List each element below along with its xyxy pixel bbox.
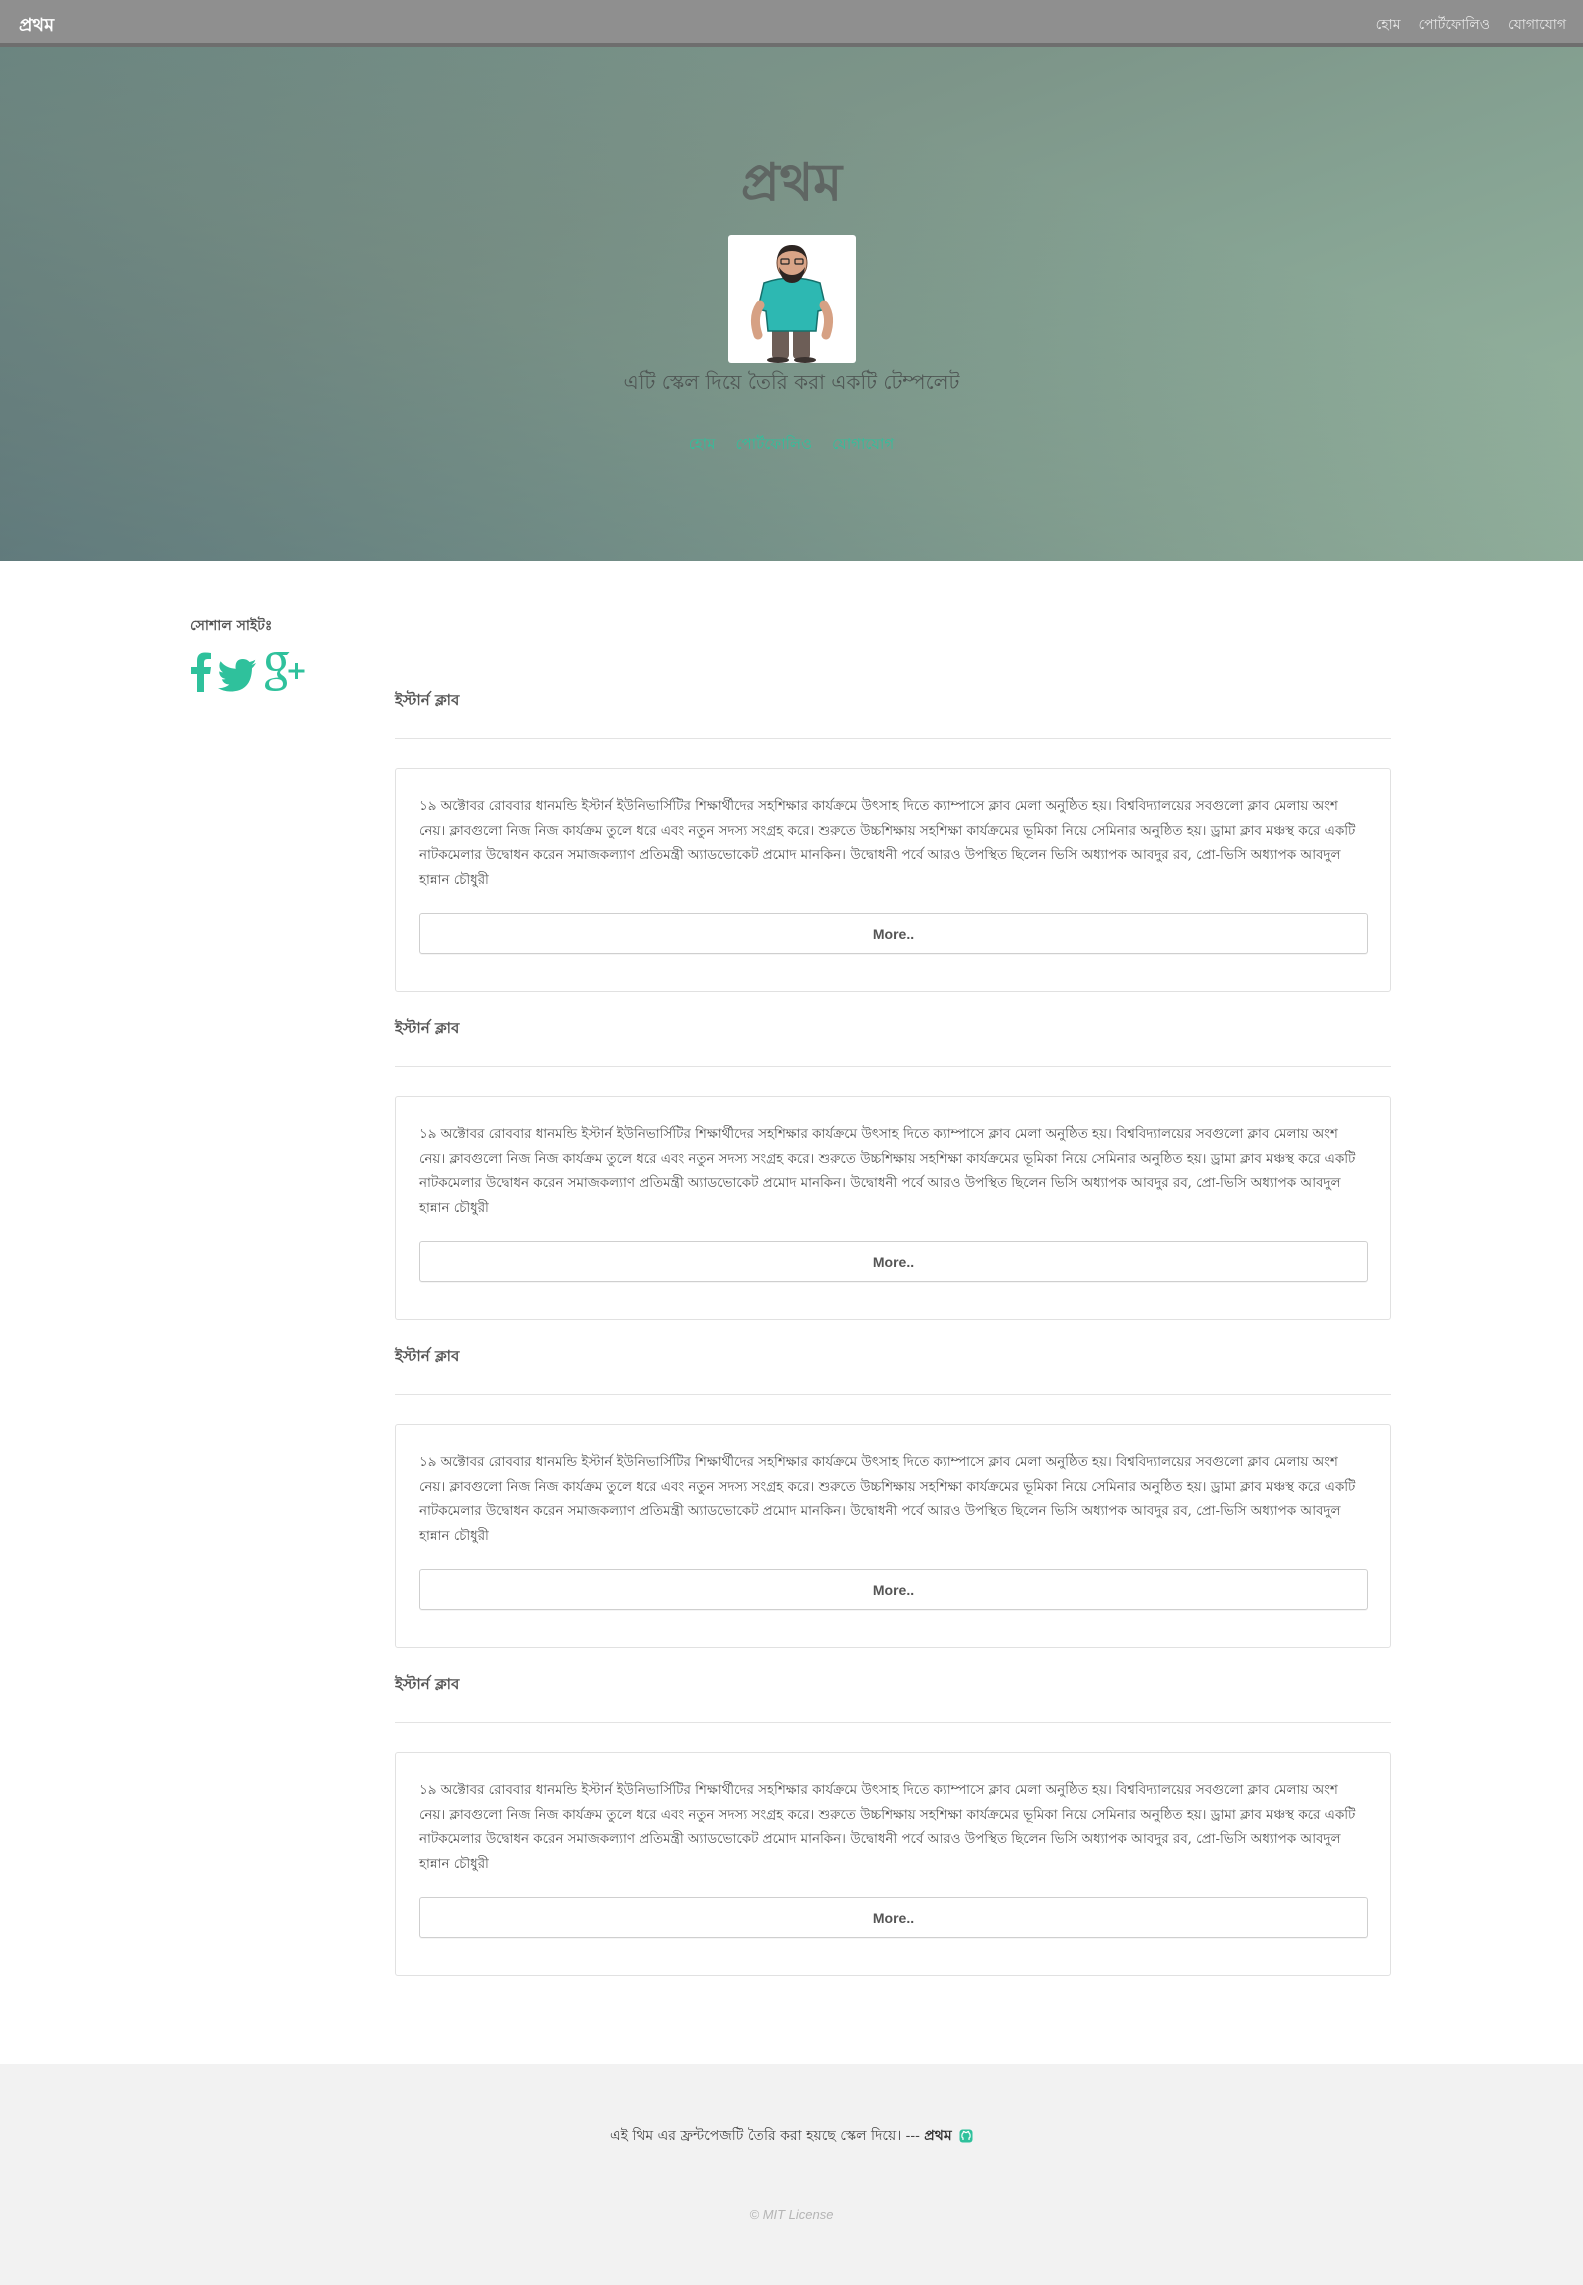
post-body-line: নাটকমেলার উদ্বোধন করেন সমাজকল্যাণ প্রতিম… xyxy=(419,1504,1341,1519)
post-body: ১৯ অক্টোবর রোববার ধানমন্ডি ইস্টার্ন ইউনি… xyxy=(419,1779,1367,1877)
footer-license: © MIT License xyxy=(749,2207,834,2222)
post-divider xyxy=(395,1722,1391,1723)
top-navbar: প্রথম হোম পোর্টফোলিও যোগাযোগ xyxy=(0,0,1583,47)
post-body-line: নাটকমেলার উদ্বোধন করেন সমাজকল্যাণ প্রতিম… xyxy=(419,1832,1341,1847)
post-body-line: নেয়। ক্লাবগুলো নিজ নিজ কার্যক্রম তুলে ধ… xyxy=(419,1151,1356,1167)
post-body: ১৯ অক্টোবর রোববার ধানমন্ডি ইস্টার্ন ইউনি… xyxy=(419,1451,1367,1549)
social-sites-label: সোশাল সাইটঃ xyxy=(190,618,273,634)
post-card: ১৯ অক্টোবর রোববার ধানমন্ডি ইস্টার্ন ইউনি… xyxy=(395,1424,1391,1648)
footer-brand-link[interactable]: প্রথম xyxy=(924,2128,951,2144)
post-body-line: ১৯ অক্টোবর রোববার ধানমন্ডি ইস্টার্ন ইউনি… xyxy=(419,799,1338,814)
post-body-line: নেয়। ক্লাবগুলো নিজ নিজ কার্যক্রম তুলে ধ… xyxy=(419,1807,1356,1823)
more-button[interactable]: More.. xyxy=(419,913,1368,954)
post-body-line: নাটকমেলার উদ্বোধন করেন সমাজকল্যাণ প্রতিম… xyxy=(419,1176,1341,1191)
post-title: ইস্টার্ন ক্লাব xyxy=(395,1675,460,1693)
post-body: ১৯ অক্টোবর রোববার ধানমন্ডি ইস্টার্ন ইউনি… xyxy=(419,795,1367,893)
post-body-line: নেয়। ক্লাবগুলো নিজ নিজ কার্যক্রম তুলে ধ… xyxy=(419,823,1356,839)
post-body-line: হান্নান চৌধুরী xyxy=(419,1528,489,1544)
post-body-line: নাটকমেলার উদ্বোধন করেন সমাজকল্যাণ প্রতিম… xyxy=(419,848,1341,863)
more-button[interactable]: More.. xyxy=(419,1897,1368,1938)
facebook-icon[interactable] xyxy=(190,652,212,696)
more-button[interactable]: More.. xyxy=(419,1569,1368,1610)
footer: এই থিম এর ফ্রন্টপেজটি তৈরি করা হয়ছে স্ক… xyxy=(0,2064,1583,2285)
hero-subtitle: এটি স্কেল দিয়ে তৈরি করা একটি টেম্পলেট xyxy=(623,370,960,394)
top-nav-links: হোম পোর্টফোলিও যোগাযোগ xyxy=(1376,13,1566,37)
hero-link-contact[interactable]: যোগাযোগ xyxy=(832,433,894,458)
post-divider xyxy=(395,1066,1391,1067)
post-body-line: হান্নান চৌধুরী xyxy=(419,1200,489,1216)
github-icon[interactable] xyxy=(959,2129,973,2147)
hero-link-home[interactable]: হোম xyxy=(689,433,716,458)
post-divider xyxy=(395,1394,1391,1395)
post-title: ইস্টার্ন ক্লাব xyxy=(395,1347,460,1365)
hero-links: হোম পোর্টফোলিও যোগাযোগ xyxy=(0,433,1583,458)
social-links xyxy=(190,652,340,696)
post-body-line: ১৯ অক্টোবর রোববার ধানমন্ডি ইস্টার্ন ইউনি… xyxy=(419,1127,1338,1142)
post-body-line: ১৯ অক্টোবর রোববার ধানমন্ডি ইস্টার্ন ইউনি… xyxy=(419,1455,1338,1470)
brand-link[interactable]: প্রথম xyxy=(19,11,54,42)
post-card: ১৯ অক্টোবর রোববার ধানমন্ডি ইস্টার্ন ইউনি… xyxy=(395,1096,1391,1320)
footer-credit: এই থিম এর ফ্রন্টপেজটি তৈরি করা হয়ছে স্ক… xyxy=(0,2124,1583,2148)
post-body-line: ১৯ অক্টোবর রোববার ধানমন্ডি ইস্টার্ন ইউনি… xyxy=(419,1783,1338,1798)
post-card: ১৯ অক্টোবর রোববার ধানমন্ডি ইস্টার্ন ইউনি… xyxy=(395,768,1391,992)
post-title: ইস্টার্ন ক্লাব xyxy=(395,1019,460,1037)
twitter-icon[interactable] xyxy=(218,658,256,696)
nav-link-contact[interactable]: যোগাযোগ xyxy=(1508,13,1566,37)
post-card: ১৯ অক্টোবর রোববার ধানমন্ডি ইস্টার্ন ইউনি… xyxy=(395,1752,1391,1976)
hero-link-portfolio[interactable]: পোর্টফোলিও xyxy=(735,433,812,458)
hero-title: প্রথম xyxy=(740,153,843,213)
sidebar: সোশাল সাইটঃ xyxy=(190,614,340,696)
google-plus-icon[interactable] xyxy=(262,650,306,696)
hero-section: প্রথম এটি স্কেল দিয়ে তৈরি করা একটি টেম্… xyxy=(0,47,1583,561)
nav-link-home[interactable]: হোম xyxy=(1376,13,1401,37)
footer-credit-text: এই থিম এর ফ্রন্টপেজটি তৈরি করা হয়ছে স্ক… xyxy=(609,2128,920,2144)
post-body-line: নেয়। ক্লাবগুলো নিজ নিজ কার্যক্রম তুলে ধ… xyxy=(419,1479,1356,1495)
avatar xyxy=(728,235,856,363)
post-body-line: হান্নান চৌধুরী xyxy=(419,872,489,888)
post-body-line: হান্নান চৌধুরী xyxy=(419,1856,489,1872)
post-divider xyxy=(395,738,1391,739)
post-title: ইস্টার্ন ক্লাব xyxy=(395,691,460,709)
more-button[interactable]: More.. xyxy=(419,1241,1368,1282)
nav-link-portfolio[interactable]: পোর্টফোলিও xyxy=(1419,13,1491,37)
post-body: ১৯ অক্টোবর রোববার ধানমন্ডি ইস্টার্ন ইউনি… xyxy=(419,1123,1367,1221)
